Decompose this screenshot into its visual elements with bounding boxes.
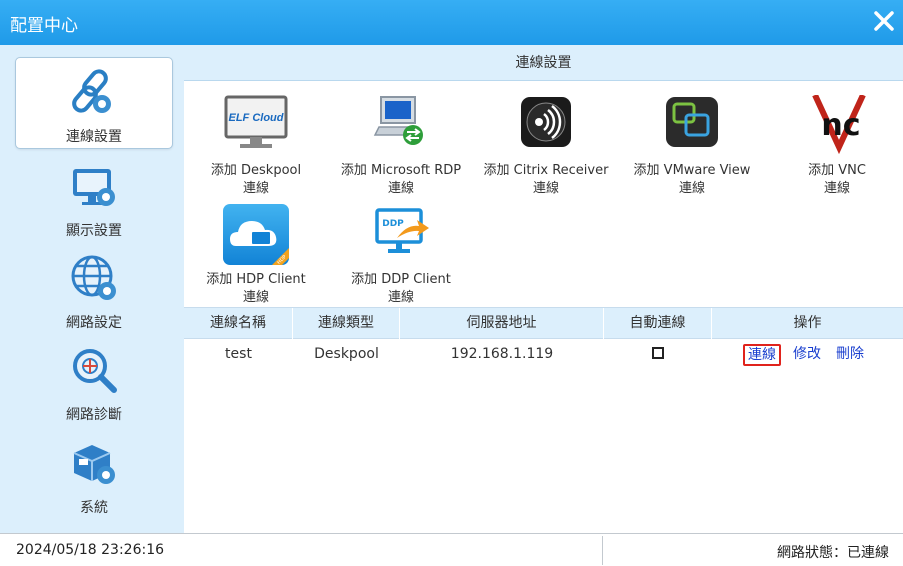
delete-link[interactable]: 刪除 xyxy=(836,339,864,369)
auto-connect-checkbox[interactable] xyxy=(652,346,664,359)
cell-auto-connect xyxy=(604,339,712,369)
add-ddp-client-tile[interactable]: DDP 添加 DDP Client 連線 xyxy=(328,204,474,308)
sidebar-item-label: 連線設置 xyxy=(66,129,122,145)
ddp-logo-text: DDP xyxy=(382,219,404,229)
datetime-display: 2024/05/18 23:26:16 xyxy=(16,542,165,558)
tile-sublabel: 連線 xyxy=(242,181,269,196)
tile-sublabel: 連線 xyxy=(242,290,269,305)
tile-sublabel: 連線 xyxy=(387,181,414,196)
tile-label: 添加 DDP Client xyxy=(351,272,451,287)
add-hdp-client-tile[interactable]: HDP 添加 HDP Client 連線 xyxy=(183,204,329,308)
connect-link[interactable]: 連線 xyxy=(743,344,781,366)
cell-connection-type: Deskpool xyxy=(314,346,379,362)
column-header-actions: 操作 xyxy=(793,315,822,331)
sidebar-item-label: 系統 xyxy=(80,500,108,516)
table-row: test Deskpool 192.168.1.119 連線 修改 刪除 xyxy=(184,339,903,369)
tile-sublabel: 連線 xyxy=(387,290,414,305)
title-bar: 配置中心 xyxy=(0,0,903,45)
vnc-icon: nc xyxy=(803,93,871,157)
elf-cloud-logo-text: ELF Cloud xyxy=(229,112,284,124)
close-icon[interactable] xyxy=(871,8,897,34)
tile-label: 添加 Citrix Receiver xyxy=(483,163,609,178)
sidebar-item-label: 網路設定 xyxy=(66,315,122,331)
microsoft-rdp-icon xyxy=(367,95,435,157)
network-settings-icon xyxy=(68,252,122,306)
network-status: 網路狀態：已連線 xyxy=(777,545,889,561)
vnc-logo-text: nc xyxy=(821,108,860,143)
elf-cloud-icon: ELF Cloud xyxy=(222,95,290,157)
tile-label: 添加 Microsoft RDP xyxy=(340,163,462,178)
system-icon xyxy=(68,437,122,491)
hdp-client-icon: HDP xyxy=(222,204,290,266)
window-title: 配置中心 xyxy=(10,16,78,36)
ddp-client-icon: DDP xyxy=(367,204,435,266)
add-microsoft-rdp-tile[interactable]: 添加 Microsoft RDP 連線 xyxy=(328,95,474,199)
tile-label: 添加 VNC xyxy=(808,163,866,178)
add-citrix-receiver-tile[interactable]: 添加 Citrix Receiver 連線 xyxy=(473,95,619,199)
status-bar: 2024/05/18 23:26:16 網路狀態：已連線 xyxy=(0,533,903,566)
sidebar-item-label: 顯示設置 xyxy=(66,223,122,239)
vmware-view-icon xyxy=(658,95,726,157)
edit-link[interactable]: 修改 xyxy=(793,339,821,369)
tile-sublabel: 連線 xyxy=(823,181,850,196)
sidebar-item-network-settings[interactable]: 網路設定 xyxy=(15,243,173,335)
column-header-type: 連線類型 xyxy=(293,308,400,339)
add-vmware-view-tile[interactable]: 添加 VMware View 連線 xyxy=(619,95,765,199)
tile-sublabel: 連線 xyxy=(678,181,705,196)
sidebar-item-system[interactable]: 系統 xyxy=(15,428,173,520)
display-settings-icon xyxy=(68,160,122,214)
column-header-auto-connect: 自動連線 xyxy=(604,308,712,339)
network-diagnosis-icon xyxy=(68,344,122,398)
sidebar-item-display-settings[interactable]: 顯示設置 xyxy=(15,151,173,243)
column-header-address: 伺服器地址 xyxy=(400,308,604,339)
tile-label: 添加 HDP Client xyxy=(206,272,306,287)
page-title: 連線設置 xyxy=(184,45,903,81)
column-header-name: 連線名稱 xyxy=(184,308,293,339)
link-settings-icon xyxy=(68,66,122,120)
cell-server-address: 192.168.1.119 xyxy=(450,346,554,362)
add-deskpool-tile[interactable]: ELF Cloud 添加 Deskpool 連線 xyxy=(183,95,329,199)
tile-sublabel: 連線 xyxy=(532,181,559,196)
tile-label: 添加 Deskpool xyxy=(210,163,302,178)
citrix-receiver-icon xyxy=(512,95,580,157)
table-header: 連線名稱 連線類型 伺服器地址 自動連線 操作 xyxy=(184,307,903,339)
sidebar-item-label: 網路診斷 xyxy=(66,407,122,423)
config-center-window: 配置中心 連線設置 顯示設置 網路設定 網路診斷 系統 連線設置 ELF Clo… xyxy=(0,0,903,566)
tile-label: 添加 VMware View xyxy=(633,163,751,178)
status-divider xyxy=(602,536,603,565)
sidebar-item-connection-settings[interactable]: 連線設置 xyxy=(15,57,173,149)
sidebar: 連線設置 顯示設置 網路設定 網路診斷 系統 xyxy=(0,45,184,533)
cell-connection-name: test xyxy=(225,346,252,362)
add-vnc-tile[interactable]: nc 添加 VNC 連線 xyxy=(764,93,903,199)
sidebar-item-network-diagnosis[interactable]: 網路診斷 xyxy=(15,335,173,427)
